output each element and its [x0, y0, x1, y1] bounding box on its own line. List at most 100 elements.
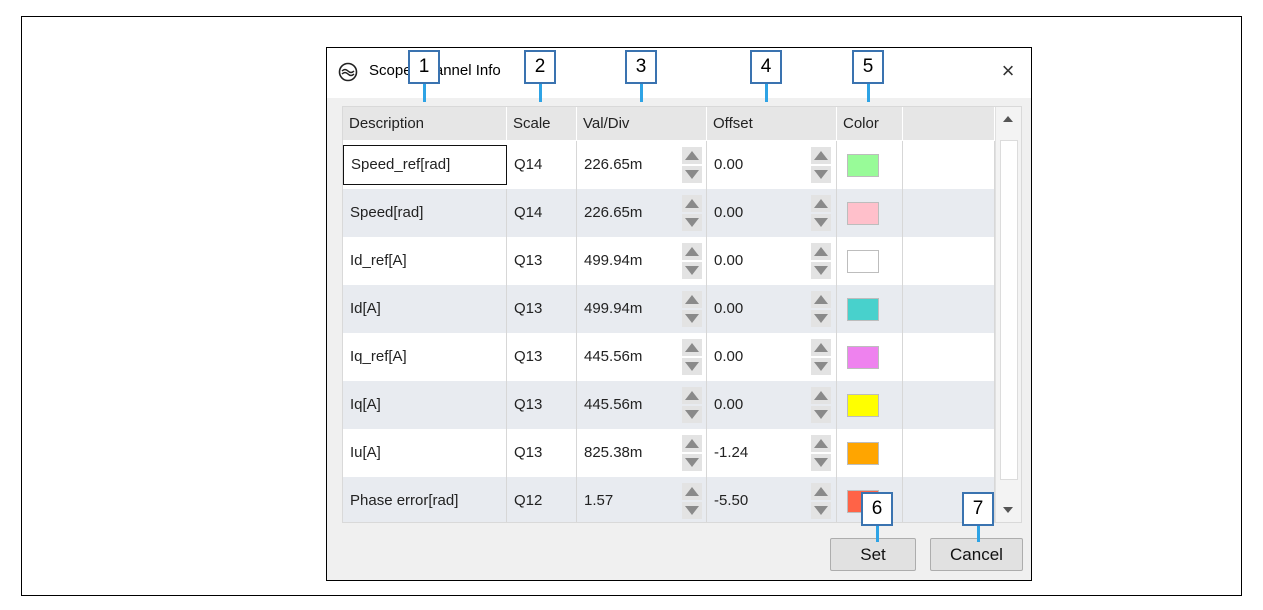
- val-div-spinner[interactable]: [682, 435, 702, 471]
- spin-up-icon[interactable]: [682, 435, 702, 452]
- empty-cell: [903, 429, 995, 477]
- scale-cell[interactable]: Q13: [507, 381, 577, 429]
- spin-up-icon[interactable]: [811, 435, 831, 452]
- spin-down-icon[interactable]: [811, 358, 831, 375]
- spin-up-icon[interactable]: [682, 339, 702, 356]
- color-swatch[interactable]: [847, 394, 879, 417]
- color-swatch[interactable]: [847, 298, 879, 321]
- spin-up-icon[interactable]: [811, 243, 831, 260]
- spin-up-icon[interactable]: [811, 195, 831, 212]
- spin-up-icon[interactable]: [682, 483, 702, 500]
- val-div-spinner[interactable]: [682, 483, 702, 519]
- description-cell[interactable]: Speed[rad]: [343, 189, 507, 237]
- spin-down-icon[interactable]: [682, 166, 702, 183]
- table-row[interactable]: Speed[rad] Q14 226.65m 0.00: [343, 189, 995, 237]
- callout-line-3: [640, 84, 643, 102]
- table-row[interactable]: Id_ref[A] Q13 499.94m 0.00: [343, 237, 995, 285]
- spin-down-icon[interactable]: [811, 310, 831, 327]
- val-div-spinner[interactable]: [682, 387, 702, 423]
- val-div-spinner[interactable]: [682, 195, 702, 231]
- table-row[interactable]: Phase error[rad] Q12 1.57 -5.50: [343, 477, 995, 522]
- color-swatch[interactable]: [847, 442, 879, 465]
- close-icon[interactable]: ×: [995, 58, 1021, 84]
- scroll-down-icon[interactable]: [1003, 507, 1013, 513]
- header-offset[interactable]: Offset: [707, 107, 837, 140]
- callout-4: 4: [750, 50, 782, 84]
- table-row[interactable]: Iq_ref[A] Q13 445.56m 0.00: [343, 333, 995, 381]
- description-cell[interactable]: Id_ref[A]: [343, 237, 507, 285]
- grid-header: Description Scale Val/Div Offset Color: [343, 107, 995, 140]
- table-row[interactable]: Speed_ref[rad] Q14 226.65m 0.00: [343, 141, 995, 189]
- spin-up-icon[interactable]: [682, 147, 702, 164]
- spin-up-icon[interactable]: [811, 483, 831, 500]
- spin-up-icon[interactable]: [811, 147, 831, 164]
- scale-cell[interactable]: Q13: [507, 333, 577, 381]
- table-row[interactable]: Id[A] Q13 499.94m 0.00: [343, 285, 995, 333]
- spin-up-icon[interactable]: [682, 195, 702, 212]
- spin-down-icon[interactable]: [682, 310, 702, 327]
- val-div-spinner[interactable]: [682, 291, 702, 327]
- spin-down-icon[interactable]: [811, 166, 831, 183]
- color-swatch[interactable]: [847, 346, 879, 369]
- channel-grid: Description Scale Val/Div Offset Color S…: [342, 106, 1022, 523]
- val-div-spinner[interactable]: [682, 243, 702, 279]
- header-val-div[interactable]: Val/Div: [577, 107, 707, 140]
- header-color[interactable]: Color: [837, 107, 903, 140]
- header-description[interactable]: Description: [343, 107, 507, 140]
- scale-cell[interactable]: Q13: [507, 237, 577, 285]
- scale-cell[interactable]: Q13: [507, 429, 577, 477]
- vertical-scrollbar[interactable]: [995, 107, 1021, 522]
- offset-spinner[interactable]: [811, 195, 831, 231]
- table-row[interactable]: Iq[A] Q13 445.56m 0.00: [343, 381, 995, 429]
- color-swatch[interactable]: [847, 154, 879, 177]
- description-cell[interactable]: Iq_ref[A]: [343, 333, 507, 381]
- scale-cell[interactable]: Q14: [507, 189, 577, 237]
- scroll-up-icon[interactable]: [1003, 116, 1013, 122]
- color-swatch[interactable]: [847, 202, 879, 225]
- spin-up-icon[interactable]: [811, 291, 831, 308]
- offset-spinner[interactable]: [811, 339, 831, 375]
- spin-down-icon[interactable]: [811, 214, 831, 231]
- empty-cell: [903, 285, 995, 333]
- offset-spinner[interactable]: [811, 291, 831, 327]
- spin-up-icon[interactable]: [811, 387, 831, 404]
- color-swatch[interactable]: [847, 250, 879, 273]
- spin-down-icon[interactable]: [811, 454, 831, 471]
- spin-down-icon[interactable]: [682, 454, 702, 471]
- offset-spinner[interactable]: [811, 243, 831, 279]
- description-cell[interactable]: Speed_ref[rad]: [343, 145, 507, 185]
- offset-spinner[interactable]: [811, 435, 831, 471]
- scroll-thumb[interactable]: [1000, 140, 1018, 480]
- spin-down-icon[interactable]: [811, 502, 831, 519]
- spin-down-icon[interactable]: [682, 214, 702, 231]
- spin-down-icon[interactable]: [682, 406, 702, 423]
- offset-spinner[interactable]: [811, 147, 831, 183]
- spin-down-icon[interactable]: [811, 262, 831, 279]
- spin-down-icon[interactable]: [682, 262, 702, 279]
- offset-spinner[interactable]: [811, 483, 831, 519]
- spin-up-icon[interactable]: [682, 291, 702, 308]
- spin-up-icon[interactable]: [811, 339, 831, 356]
- description-cell[interactable]: Iu[A]: [343, 429, 507, 477]
- table-row[interactable]: Iu[A] Q13 825.38m -1.24: [343, 429, 995, 477]
- spin-up-icon[interactable]: [682, 387, 702, 404]
- scale-cell[interactable]: Q13: [507, 285, 577, 333]
- description-cell[interactable]: Iq[A]: [343, 381, 507, 429]
- cancel-button[interactable]: Cancel: [930, 538, 1023, 571]
- offset-spinner[interactable]: [811, 387, 831, 423]
- spin-down-icon[interactable]: [682, 358, 702, 375]
- header-scale[interactable]: Scale: [507, 107, 577, 140]
- description-cell[interactable]: Id[A]: [343, 285, 507, 333]
- spin-down-icon[interactable]: [682, 502, 702, 519]
- callout-line-2: [539, 84, 542, 102]
- empty-cell: [903, 381, 995, 429]
- description-cell[interactable]: Phase error[rad]: [343, 477, 507, 522]
- spin-up-icon[interactable]: [682, 243, 702, 260]
- header-empty: [903, 107, 995, 140]
- val-div-spinner[interactable]: [682, 339, 702, 375]
- scale-cell[interactable]: Q14: [507, 141, 577, 189]
- scale-cell[interactable]: Q12: [507, 477, 577, 522]
- val-div-spinner[interactable]: [682, 147, 702, 183]
- set-button[interactable]: Set: [830, 538, 916, 571]
- spin-down-icon[interactable]: [811, 406, 831, 423]
